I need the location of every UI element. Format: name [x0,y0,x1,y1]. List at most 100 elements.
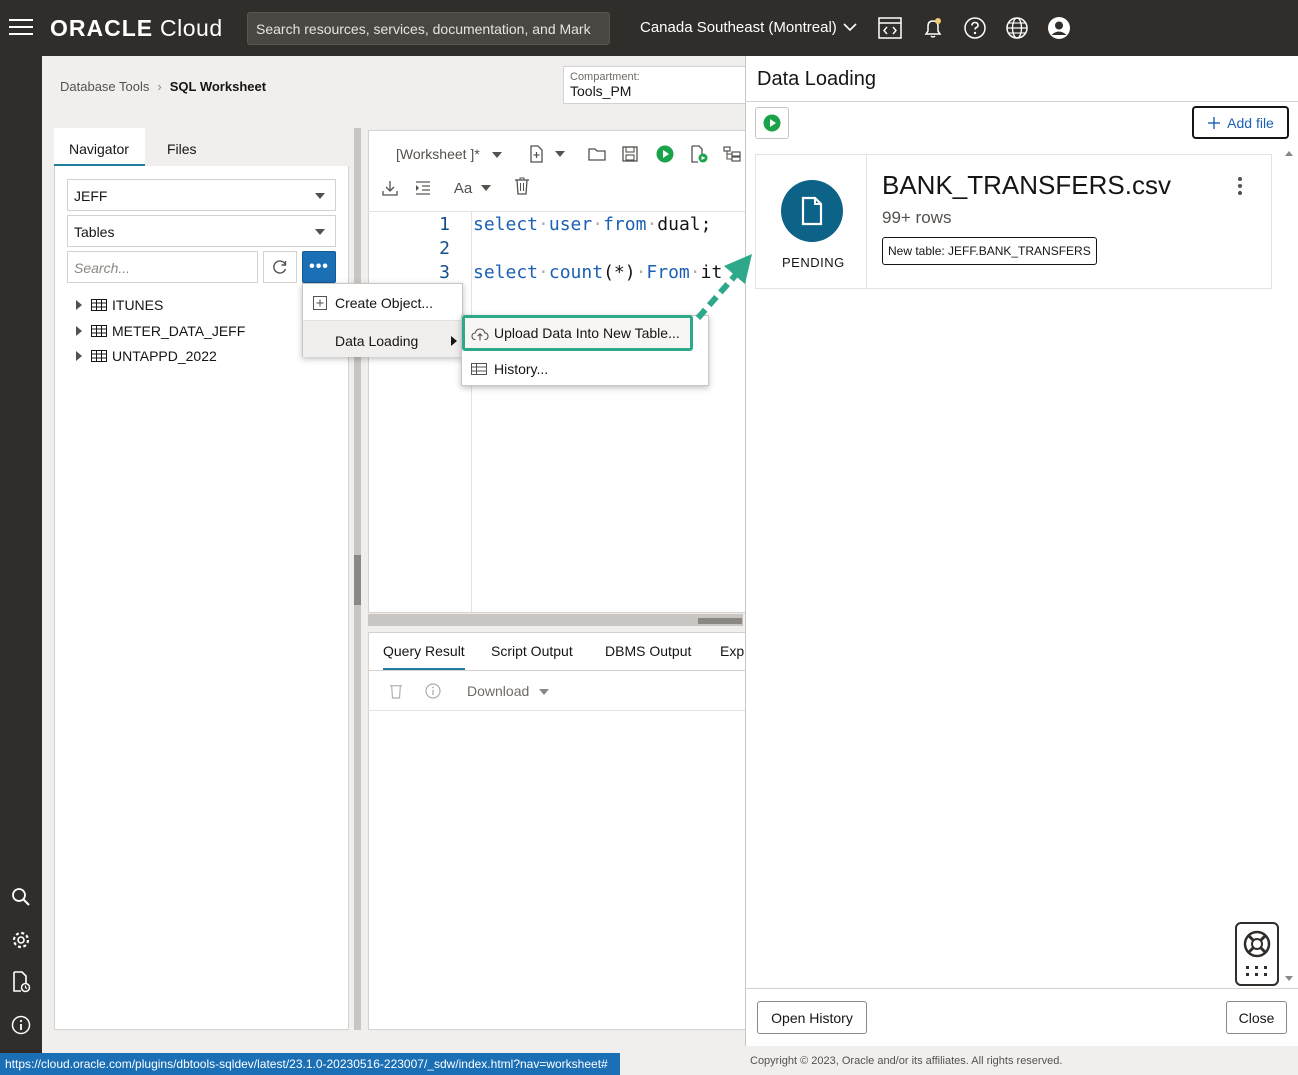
results-toolbar-divider [368,710,745,711]
kebab-menu-icon[interactable] [1238,177,1244,195]
panel-scrollbar[interactable] [1283,148,1295,986]
caret-down-icon [315,193,325,199]
file-status-label: PENDING [782,255,845,270]
notification-bell-icon[interactable] [921,16,945,40]
worksheet-name-select[interactable]: [Worksheet ]* [396,146,502,162]
gear-icon[interactable] [9,928,33,952]
menu-item-upload-data[interactable]: Upload Data Into New Table... [462,315,693,351]
region-selector[interactable]: Canada Southeast (Montreal) [640,19,857,36]
save-icon[interactable] [620,144,640,164]
lifebuoy-icon [1243,930,1271,976]
plus-icon [1208,116,1221,129]
caret-down-icon [315,229,325,235]
add-file-button[interactable]: Add file [1192,106,1289,139]
tree-item-meter-data-jeff[interactable]: METER_DATA_JEFF [76,323,245,339]
start-load-button[interactable] [755,107,789,139]
code-line-1[interactable]: select·user·from·dual; [473,214,711,235]
data-loading-title: Data Loading [757,68,876,90]
horizontal-splitter[interactable] [368,614,743,626]
menu-item-data-loading[interactable]: Data Loading [303,321,464,357]
user-profile-icon[interactable] [1047,16,1071,40]
breadcrumb-database-tools[interactable]: Database Tools [60,79,149,94]
new-table-badge[interactable]: New table: JEFF.BANK_TRANSFERS [882,237,1097,265]
new-worksheet-icon[interactable] [527,144,547,164]
table-icon [91,350,107,362]
hamburger-menu-icon[interactable] [9,19,33,37]
navigator-search-input[interactable]: Search... [67,251,258,283]
close-button[interactable]: Close [1226,1001,1287,1034]
tree-item-itunes[interactable]: ITUNES [76,297,163,313]
explain-plan-icon[interactable] [722,144,742,164]
menu-item-history[interactable]: History... [462,352,710,386]
tab-dbms-output[interactable]: DBMS Output [605,643,691,659]
breadcrumb-current: SQL Worksheet [169,79,267,94]
menu-item-create-object[interactable]: Create Object... [303,285,464,321]
chevron-down-icon [843,19,857,36]
table-icon [91,299,107,311]
expand-triangle-icon[interactable] [76,326,82,336]
file-row-count: 99+ rows [882,208,952,227]
more-actions-menu: Create Object... Data Loading [302,283,464,357]
run-statement-icon[interactable] [655,144,675,164]
splitter-handle[interactable] [698,618,742,624]
caret-down-icon[interactable] [476,178,496,198]
top-bar: ORACLE Cloud Search resources, services,… [0,0,1298,56]
open-history-button[interactable]: Open History [757,1001,867,1034]
caret-down-icon[interactable] [550,144,570,164]
download-icon[interactable] [380,178,400,198]
tab-files[interactable]: Files [167,128,227,166]
tree-item-untappd-2022[interactable]: UNTAPPD_2022 [76,348,217,364]
info-icon[interactable] [9,1013,33,1037]
refresh-button[interactable] [263,251,297,283]
table-icon [91,325,107,337]
file-icon [781,180,843,242]
tab-query-result[interactable]: Query Result [383,643,465,670]
trash-icon[interactable] [512,176,532,196]
document-history-icon[interactable] [9,970,33,994]
file-name: BANK_TRANSFERS.csv [882,170,1171,200]
tab-navigator[interactable]: Navigator [54,128,145,166]
more-actions-button[interactable]: ••• [302,251,336,283]
navigator-tabs: Navigator Files [54,128,349,166]
trash-icon[interactable] [386,681,406,701]
caret-down-icon [539,689,550,695]
submenu-arrow-icon [451,336,457,346]
chevron-right-icon: › [157,79,162,94]
help-lifebuoy-widget[interactable] [1235,922,1279,986]
info-icon[interactable] [423,681,443,701]
caret-down-icon [491,152,502,158]
run-icon [763,114,781,132]
tab-explain[interactable]: Expl [720,643,745,659]
vertical-splitter[interactable] [354,128,361,1030]
expand-triangle-icon[interactable] [76,300,82,310]
breadcrumb: Database Tools › SQL Worksheet [60,79,266,94]
copyright-text: Copyright © 2023, Oracle and/or its affi… [750,1055,1063,1067]
expand-triangle-icon[interactable] [76,351,82,361]
table-icon [471,363,487,375]
run-script-icon[interactable] [689,144,709,164]
refresh-icon [273,260,287,274]
open-folder-icon[interactable] [587,144,607,164]
search-icon[interactable] [9,885,33,909]
font-case-icon[interactable]: Aa [452,178,474,198]
code-line-3[interactable]: select·count(*)·From·it [473,262,722,283]
object-type-select[interactable]: Tables [67,215,336,247]
line-number-gutter [368,212,472,612]
status-url: https://cloud.oracle.com/plugins/dbtools… [0,1053,620,1075]
annotation-arrow [695,254,752,320]
splitter-handle[interactable] [354,555,361,605]
line-number: 2 [439,238,450,259]
panel-header-divider [745,101,1298,102]
help-icon[interactable] [963,16,987,40]
oracle-cloud-logo[interactable]: ORACLE Cloud [50,15,223,42]
compartment-selector[interactable]: Compartment: Tools_PM [563,66,745,104]
line-number: 3 [439,262,450,283]
results-tabs-divider [368,670,745,671]
global-search-input[interactable]: Search resources, services, documentatio… [247,12,610,45]
schema-select[interactable]: JEFF [67,179,336,211]
cloud-shell-icon[interactable] [878,16,902,40]
download-menu[interactable]: Download [467,683,550,699]
tab-script-output[interactable]: Script Output [491,643,573,659]
format-indent-icon[interactable] [413,178,433,198]
language-globe-icon[interactable] [1005,16,1029,40]
